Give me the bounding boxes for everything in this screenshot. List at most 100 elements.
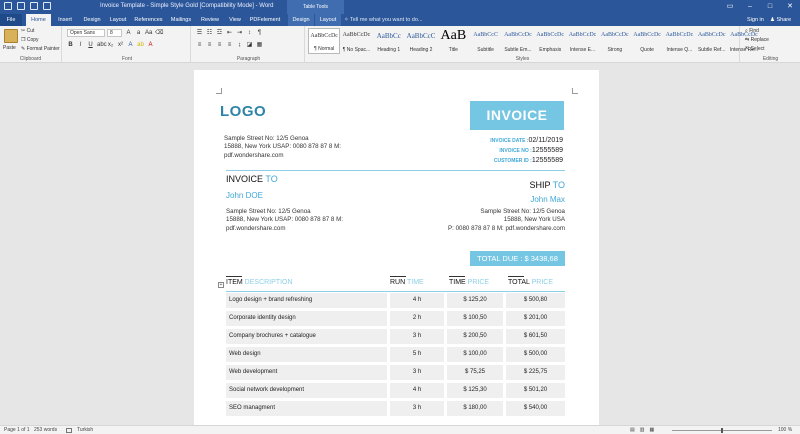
style-7[interactable]: AaBbCcDc Emphasis — [534, 28, 566, 54]
cell-run-time[interactable]: 5 h — [390, 347, 444, 362]
table-row[interactable]: Corporate identity design 2 h $ 100,50 $… — [226, 311, 565, 326]
align-right-icon[interactable]: ≡ — [216, 41, 223, 49]
proofing-icon[interactable] — [66, 428, 72, 433]
table-row[interactable]: Social network development 4 h $ 125,30 … — [226, 383, 565, 398]
zoom-slider-thumb[interactable] — [721, 428, 723, 433]
bullets-icon[interactable]: ☰ — [196, 29, 203, 37]
highlight-icon[interactable]: ab — [137, 41, 144, 49]
customize-qat-icon[interactable] — [43, 2, 51, 10]
justify-icon[interactable]: ≡ — [226, 41, 233, 49]
sign-in-link[interactable]: Sign in — [747, 14, 764, 26]
style-0[interactable]: AaBbCcDc ¶ Normal — [308, 28, 341, 54]
table-row[interactable]: Web design 5 h $ 100,00 $ 500,00 — [226, 347, 565, 362]
pilcrow-icon[interactable]: ¶ — [256, 29, 263, 37]
word-count[interactable]: 253 words — [34, 427, 57, 433]
text-effects-icon[interactable]: A — [127, 41, 134, 49]
cell-total-price[interactable]: $ 201,00 — [506, 311, 565, 326]
decrease-indent-icon[interactable]: ⇤ — [226, 29, 233, 37]
tab-home[interactable]: Home — [26, 14, 51, 26]
paste-icon[interactable] — [4, 29, 18, 43]
line-spacing-icon[interactable]: ↨ — [236, 41, 243, 49]
document-page[interactable]: LOGO INVOICE Sample Street No: 12/5 Geno… — [194, 70, 599, 425]
cell-description[interactable]: Corporate identity design — [226, 311, 387, 326]
cell-time-price[interactable]: $ 200,50 — [447, 329, 503, 344]
zoom-level[interactable]: 100 % — [778, 427, 792, 433]
change-case-icon[interactable]: Aa — [145, 29, 152, 37]
undo-icon[interactable] — [17, 2, 25, 10]
borders-icon[interactable]: ▦ — [256, 41, 263, 49]
ribbon-display-icon[interactable]: ▭ — [720, 0, 740, 14]
tab-view[interactable]: View — [224, 14, 246, 26]
clear-format-icon[interactable]: ⌫ — [155, 29, 163, 37]
tab-table-design[interactable]: Design — [288, 14, 314, 26]
style-1[interactable]: AaBbCcDc ¶ No Spac... — [340, 28, 372, 54]
find-button[interactable]: ⌕ Find — [745, 28, 759, 34]
table-move-handle-icon[interactable]: + — [218, 282, 224, 288]
tab-layout[interactable]: Layout — [106, 14, 130, 26]
tab-design[interactable]: Design — [79, 14, 105, 26]
style-12[interactable]: AaBbCcDc Subtle Ref... — [696, 28, 728, 54]
replace-button[interactable]: ⇆ Replace — [745, 37, 769, 43]
save-icon[interactable] — [4, 2, 12, 10]
cell-total-price[interactable]: $ 225,75 — [506, 365, 565, 380]
style-9[interactable]: AaBbCcDc Strong — [599, 28, 631, 54]
cell-time-price[interactable]: $ 125,30 — [447, 383, 503, 398]
shrink-font-icon[interactable]: a — [135, 29, 142, 37]
cell-time-price[interactable]: $ 100,50 — [447, 311, 503, 326]
cell-run-time[interactable]: 3 h — [390, 329, 444, 344]
language-indicator[interactable]: Turkish — [77, 427, 93, 433]
font-size-select[interactable]: 8 — [107, 29, 122, 37]
cell-time-price[interactable]: $ 180,00 — [447, 401, 503, 416]
font-name-select[interactable]: Open Sans — [67, 29, 105, 37]
tab-table-layout[interactable]: Layout — [315, 14, 341, 26]
tab-insert[interactable]: Insert — [53, 14, 77, 26]
underline-icon[interactable]: U — [87, 41, 94, 49]
sort-icon[interactable]: ↕ — [246, 29, 253, 37]
font-color-icon[interactable]: A — [147, 41, 154, 49]
table-row[interactable]: Web development 3 h $ 75,25 $ 225,75 — [226, 365, 565, 380]
italic-icon[interactable]: I — [77, 41, 84, 49]
select-button[interactable]: ⇱ Select — [745, 46, 765, 52]
close-icon[interactable]: ✕ — [780, 0, 800, 14]
cell-time-price[interactable]: $ 75,25 — [447, 365, 503, 380]
tab-references[interactable]: References — [132, 14, 165, 26]
print-layout-icon[interactable]: ▥ — [640, 427, 645, 433]
grow-font-icon[interactable]: A — [125, 29, 132, 37]
cell-description[interactable]: Web design — [226, 347, 387, 362]
style-4[interactable]: AaB Title — [437, 28, 469, 54]
cell-description[interactable]: Social network development — [226, 383, 387, 398]
tab-pdfelement[interactable]: PDFelement — [247, 14, 283, 26]
superscript-icon[interactable]: x² — [117, 41, 124, 49]
cell-run-time[interactable]: 3 h — [390, 401, 444, 416]
format-painter-button[interactable]: ✎ Format Painter — [21, 46, 60, 52]
style-3[interactable]: AaBbCcC Heading 2 — [405, 28, 437, 54]
cell-total-price[interactable]: $ 540,00 — [506, 401, 565, 416]
shading-icon[interactable]: ◪ — [246, 41, 253, 49]
style-11[interactable]: AaBbCcDc Intense Q... — [663, 28, 695, 54]
cell-description[interactable]: Company brochures + catalogue — [226, 329, 387, 344]
cell-run-time[interactable]: 4 h — [390, 383, 444, 398]
style-2[interactable]: AaBbCc Heading 1 — [373, 28, 405, 54]
tab-file[interactable]: File — [0, 14, 22, 26]
align-center-icon[interactable]: ≡ — [206, 41, 213, 49]
paste-label[interactable]: Paste — [3, 45, 16, 51]
copy-button[interactable]: ❐ Copy — [21, 37, 39, 43]
style-10[interactable]: AaBbCcDc Quote — [631, 28, 663, 54]
increase-indent-icon[interactable]: ⇥ — [236, 29, 243, 37]
redo-icon[interactable] — [30, 2, 38, 10]
cell-total-price[interactable]: $ 500,00 — [506, 347, 565, 362]
bold-icon[interactable]: B — [67, 41, 74, 49]
table-row[interactable]: SEO managment 3 h $ 180,00 $ 540,00 — [226, 401, 565, 416]
cut-button[interactable]: ✂ Cut — [21, 28, 34, 34]
table-row[interactable]: Company brochures + catalogue 3 h $ 200,… — [226, 329, 565, 344]
multilevel-list-icon[interactable]: ☲ — [216, 29, 223, 37]
cell-description[interactable]: SEO managment — [226, 401, 387, 416]
cell-run-time[interactable]: 3 h — [390, 365, 444, 380]
read-mode-icon[interactable]: ▤ — [630, 427, 635, 433]
subscript-icon[interactable]: x₂ — [107, 41, 114, 49]
web-layout-icon[interactable]: ▦ — [649, 427, 654, 433]
tell-me-input[interactable]: ✧ Tell me what you want to do... — [344, 14, 423, 26]
cell-time-price[interactable]: $ 100,00 — [447, 347, 503, 362]
minimize-icon[interactable]: – — [740, 0, 760, 14]
strikethrough-icon[interactable]: abc — [97, 41, 107, 49]
